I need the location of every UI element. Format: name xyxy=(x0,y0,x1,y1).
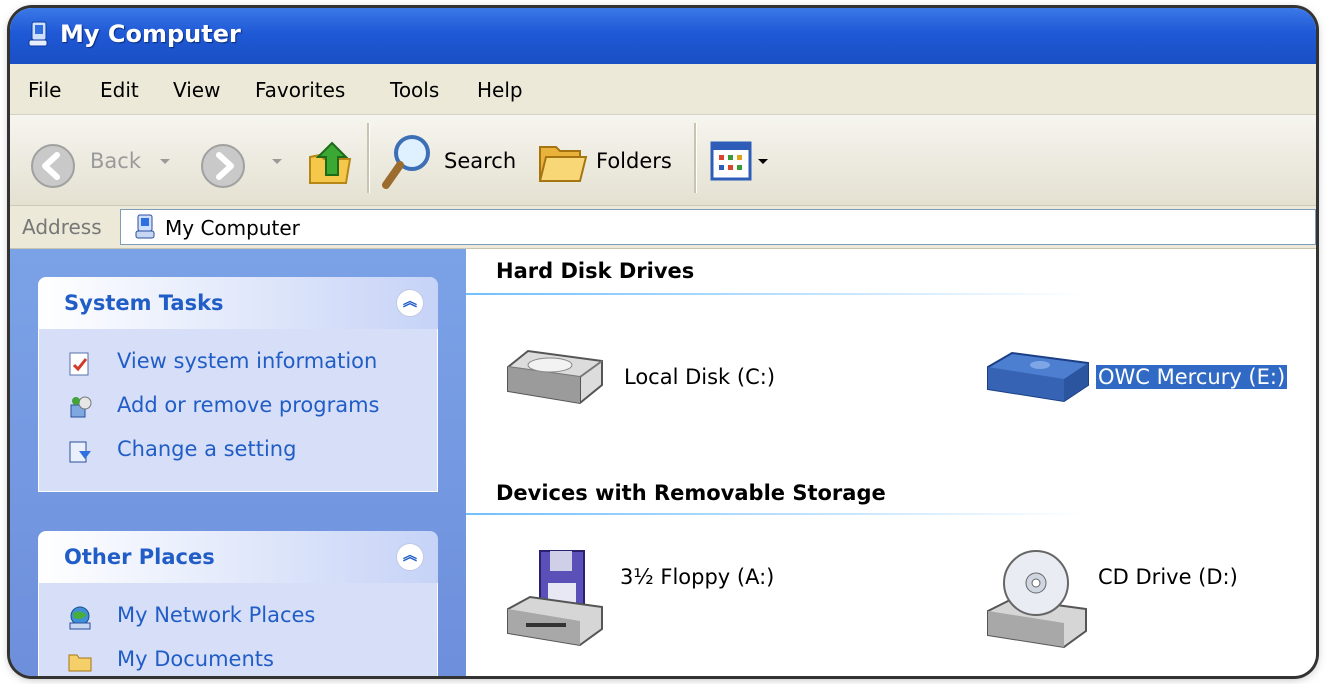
task-label: Add or remove programs xyxy=(117,393,380,417)
menu-favorites[interactable]: Favorites xyxy=(255,78,345,102)
drive-local-disk-c[interactable]: Local Disk (C:) xyxy=(500,345,800,415)
address-input[interactable]: My Computer xyxy=(120,209,1316,245)
folders-button[interactable]: Folders xyxy=(536,127,686,193)
control-panel-icon xyxy=(69,441,91,463)
group-divider xyxy=(466,293,1086,295)
folders-icon xyxy=(538,146,588,182)
add-remove-icon xyxy=(70,396,92,418)
task-change-setting[interactable]: Change a setting xyxy=(39,431,437,475)
drive-floppy-a[interactable]: 3½ Floppy (A:) xyxy=(500,547,820,657)
content-pane: Hard Disk Drives Local Disk (C:) OWC Mer… xyxy=(466,249,1316,676)
menu-edit[interactable]: Edit xyxy=(100,78,139,102)
place-my-documents[interactable]: My Documents xyxy=(39,641,437,676)
views-dropdown-arrow[interactable] xyxy=(758,159,768,164)
back-arrow-icon xyxy=(31,144,75,188)
group-header-removable: Devices with Removable Storage xyxy=(496,481,886,505)
drive-cd-d[interactable]: CD Drive (D:) xyxy=(982,547,1302,657)
search-button[interactable]: Search xyxy=(378,127,528,193)
menu-view[interactable]: View xyxy=(173,78,220,102)
toolbar: Back Search Folders xyxy=(10,115,1316,206)
toolbar-separator xyxy=(367,123,370,193)
drive-label: OWC Mercury (E:) xyxy=(1094,364,1289,390)
address-value: My Computer xyxy=(165,216,300,240)
floppy-drive-icon xyxy=(507,550,603,647)
address-label: Address xyxy=(22,215,102,239)
collapse-chevron-icon[interactable]: ︽ xyxy=(396,289,424,317)
system-tasks-title: System Tasks xyxy=(64,291,224,315)
task-view-system-information[interactable]: View system information xyxy=(39,343,437,387)
system-info-icon xyxy=(69,352,89,376)
views-icon[interactable] xyxy=(710,141,752,181)
up-folder-icon[interactable] xyxy=(306,137,354,189)
my-computer-icon xyxy=(28,21,48,47)
task-pane: System Tasks ︽ View system information A… xyxy=(10,249,466,676)
drive-label: Local Disk (C:) xyxy=(624,365,776,389)
back-dropdown-arrow[interactable] xyxy=(160,159,170,164)
menu-tools[interactable]: Tools xyxy=(390,78,439,102)
group-divider xyxy=(466,513,1086,515)
task-add-remove-programs[interactable]: Add or remove programs xyxy=(39,387,437,431)
other-places-title: Other Places xyxy=(64,545,215,569)
menu-file[interactable]: File xyxy=(28,78,61,102)
other-places-header[interactable]: Other Places ︽ xyxy=(38,531,438,583)
back-label: Back xyxy=(90,149,141,173)
hard-disk-icon xyxy=(507,349,603,405)
drive-label: 3½ Floppy (A:) xyxy=(620,565,775,589)
toolbar-separator xyxy=(694,123,697,193)
place-my-network-places[interactable]: My Network Places xyxy=(39,597,437,641)
collapse-chevron-icon[interactable]: ︽ xyxy=(396,543,424,571)
task-label: Change a setting xyxy=(117,437,297,461)
search-icon xyxy=(382,135,430,189)
title-bar[interactable]: My Computer xyxy=(10,8,1316,64)
other-places-panel: Other Places ︽ My Network Places My Docu… xyxy=(38,531,438,676)
drive-owc-mercury-e[interactable]: OWC Mercury (E:) xyxy=(982,345,1302,415)
system-tasks-header[interactable]: System Tasks ︽ xyxy=(38,277,438,329)
forward-arrow-icon[interactable] xyxy=(200,143,246,189)
address-bar: Address My Computer xyxy=(10,206,1316,249)
folder-icon xyxy=(68,654,92,672)
external-drive-icon xyxy=(987,351,1089,403)
place-label: My Network Places xyxy=(117,603,316,627)
menu-help[interactable]: Help xyxy=(477,78,523,102)
task-label: View system information xyxy=(117,349,378,373)
back-button[interactable]: Back xyxy=(26,129,176,189)
place-label: My Documents xyxy=(117,647,274,671)
forward-dropdown-arrow[interactable] xyxy=(272,159,282,164)
system-tasks-panel: System Tasks ︽ View system information A… xyxy=(38,277,438,492)
menu-bar: File Edit View Favorites Tools Help xyxy=(10,64,1316,115)
cd-drive-icon xyxy=(987,550,1087,649)
my-computer-icon xyxy=(135,214,155,239)
drive-label: CD Drive (D:) xyxy=(1098,565,1238,589)
search-label: Search xyxy=(444,149,517,173)
folders-label: Folders xyxy=(596,149,672,173)
group-header-hard-disks: Hard Disk Drives xyxy=(496,259,695,283)
network-icon xyxy=(69,606,91,630)
explorer-window: My Computer File Edit View Favorites Too… xyxy=(10,8,1316,676)
window-title: My Computer xyxy=(60,20,241,48)
